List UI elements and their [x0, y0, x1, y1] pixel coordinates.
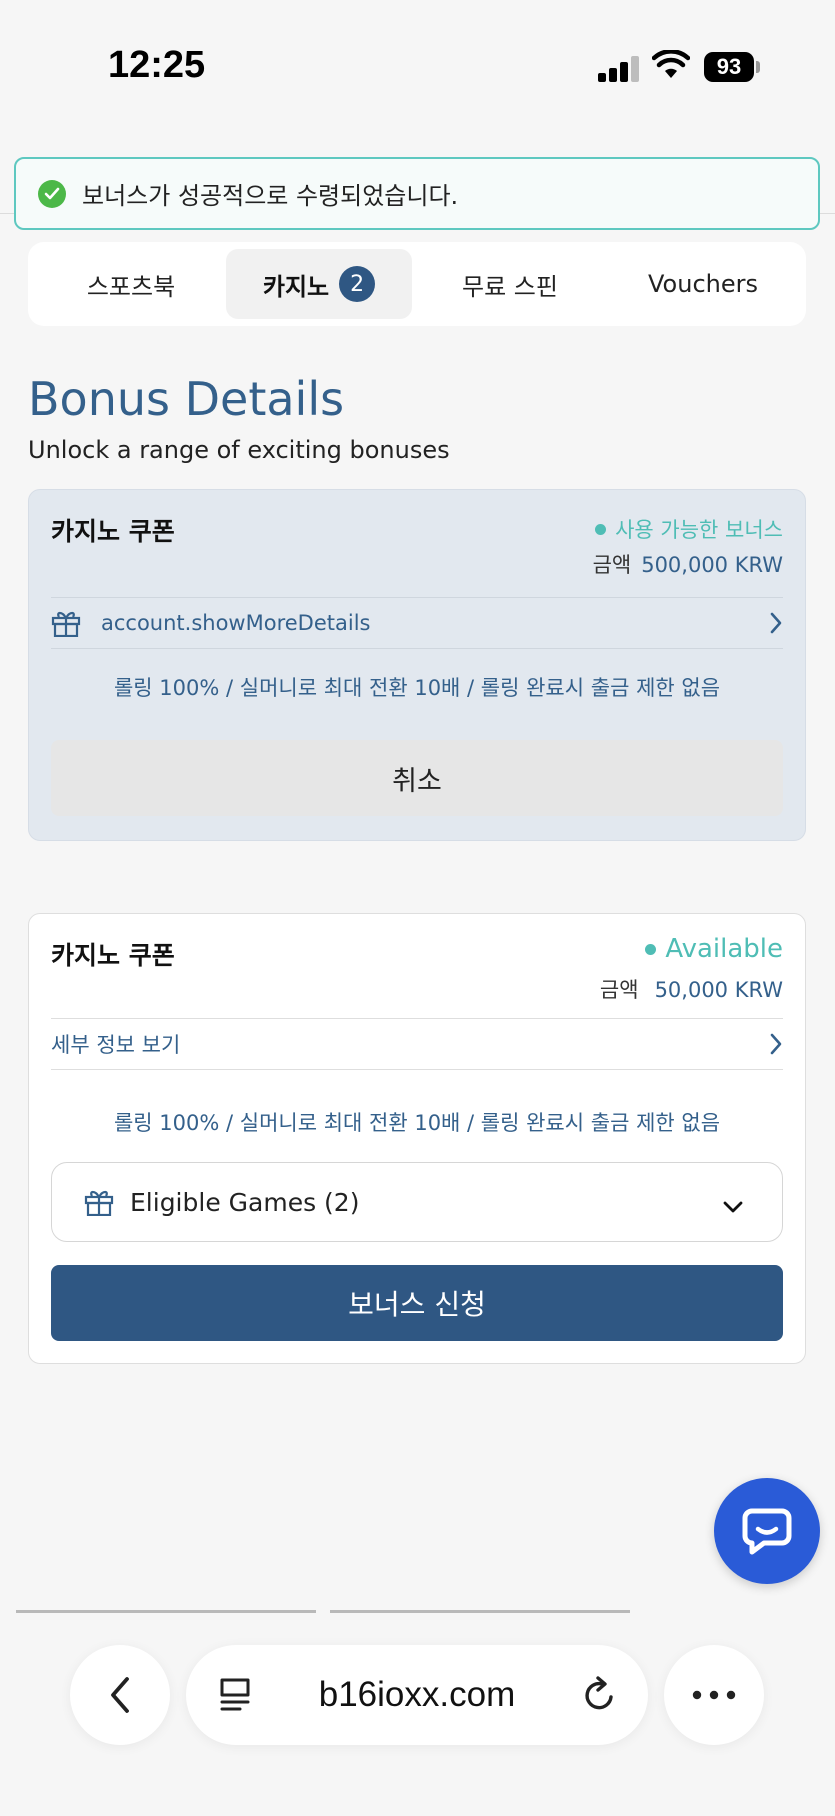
bonus-rules: 롤링 100% / 실머니로 최대 전환 10배 / 롤링 완료시 출금 제한 … [113, 676, 721, 700]
bonus-card: 카지노 쿠폰 사용 가능한 보너스 금액 500,000 KRW account… [28, 489, 806, 841]
cellular-signal-icon [598, 56, 640, 82]
chevron-down-icon [722, 1191, 744, 1220]
tab-sportsbook[interactable]: 스포츠북 [36, 249, 226, 319]
page-title: Bonus Details [28, 372, 345, 426]
status-bar: 12:25 93 [0, 0, 835, 135]
show-more-details-link[interactable]: account.showMoreDetails [51, 597, 783, 649]
browser-tab-indicator [330, 1610, 630, 1613]
details-link-label: account.showMoreDetails [101, 611, 371, 635]
status-badge: Available [645, 934, 783, 964]
toast-message: 보너스가 성공적으로 수령되었습니다. [82, 182, 459, 210]
bonus-category-tabs: 스포츠북 카지노 2 무료 스핀 Vouchers [28, 242, 806, 326]
bonus-title: 카지노 쿠폰 [51, 941, 175, 970]
bonus-title: 카지노 쿠폰 [51, 517, 175, 546]
battery-icon: 93 [704, 52, 754, 82]
tab-casino[interactable]: 카지노 2 [226, 249, 412, 319]
chevron-right-icon [769, 611, 783, 640]
chat-bubble-icon [742, 1507, 792, 1555]
url-text: b16ioxx.com [318, 1675, 516, 1714]
check-circle-icon [38, 179, 66, 208]
reload-icon[interactable] [580, 1675, 618, 1719]
tab-free-spins[interactable]: 무료 스핀 [412, 249, 608, 319]
live-chat-button[interactable] [714, 1478, 820, 1584]
eligible-games-dropdown[interactable]: Eligible Games (2) [51, 1162, 783, 1242]
page-menu-icon[interactable] [218, 1677, 252, 1717]
bonus-card: 카지노 쿠폰 Available 금액 50,000 KRW 세부 정보 보기 … [28, 913, 806, 1364]
details-link-label: 세부 정보 보기 [51, 1033, 181, 1057]
status-badge: 사용 가능한 보너스 [595, 514, 783, 544]
more-options-button[interactable] [664, 1645, 764, 1745]
apply-bonus-button[interactable]: 보너스 신청 [51, 1265, 783, 1341]
tab-count-badge: 2 [339, 266, 376, 302]
battery-tip [756, 61, 760, 73]
tab-vouchers[interactable]: Vouchers [608, 249, 798, 319]
chevron-left-icon [108, 1675, 132, 1715]
ellipsis-icon [692, 1690, 736, 1700]
success-toast: 보너스가 성공적으로 수령되었습니다. [14, 157, 820, 230]
status-dot-icon [595, 523, 607, 535]
tab-label: 카지노 [262, 272, 330, 301]
bonus-amount: 금액 50,000 KRW [600, 974, 783, 1004]
view-details-link[interactable]: 세부 정보 보기 [51, 1018, 783, 1070]
gift-icon [51, 609, 81, 637]
amount-value: 50,000 KRW [654, 978, 783, 1002]
wifi-icon [651, 49, 691, 84]
amount-value: 500,000 KRW [641, 553, 783, 577]
tab-label: 스포츠북 [86, 272, 176, 301]
back-button[interactable] [70, 1645, 170, 1745]
amount-label: 금액 [592, 553, 632, 577]
gift-icon [84, 1188, 114, 1216]
status-dot-icon [645, 943, 657, 955]
amount-label: 금액 [599, 978, 639, 1002]
status-text: 사용 가능한 보너스 [615, 518, 783, 542]
address-bar[interactable]: b16ioxx.com [186, 1645, 648, 1745]
page-subtitle: Unlock a range of exciting bonuses [28, 436, 450, 464]
status-text: Available [665, 934, 783, 964]
chevron-right-icon [769, 1032, 783, 1061]
bonus-rules: 롤링 100% / 실머니로 최대 전환 10배 / 롤링 완료시 출금 제한 … [113, 1111, 721, 1135]
browser-tab-indicator [16, 1610, 316, 1613]
tab-label: Vouchers [648, 270, 758, 298]
cancel-button[interactable]: 취소 [51, 740, 783, 816]
tab-label: 무료 스핀 [462, 272, 558, 301]
eligible-games-label: Eligible Games (2) [130, 1187, 360, 1217]
bonus-amount: 금액 500,000 KRW [593, 549, 783, 579]
status-time: 12:25 [108, 44, 206, 86]
